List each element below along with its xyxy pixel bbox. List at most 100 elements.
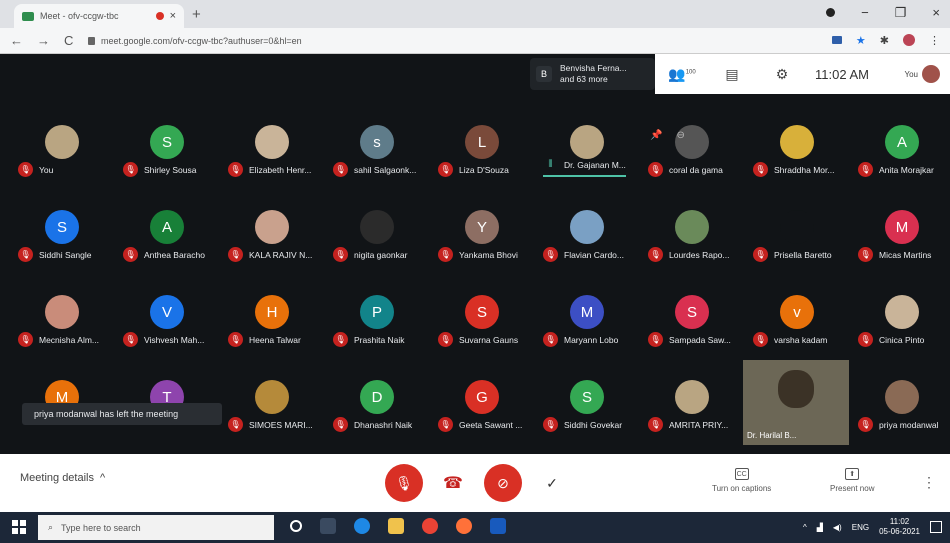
- participants-button[interactable]: 👥100: [665, 66, 699, 83]
- participant-tile[interactable]: s 🎙 sahil Salgaonk...: [325, 115, 429, 197]
- back-button[interactable]: ←: [10, 33, 23, 48]
- word-icon[interactable]: [490, 518, 506, 534]
- network-icon[interactable]: ▟: [817, 523, 823, 532]
- participant-avatar: [885, 295, 919, 329]
- participant-tile[interactable]: 🎙 Prisella Baretto: [745, 200, 849, 282]
- participant-tile[interactable]: 🎙 priya modanwal: [850, 370, 950, 452]
- bookmark-star-icon[interactable]: ★: [856, 34, 866, 47]
- participant-tile[interactable]: L 🎙 Liza D'Souza: [430, 115, 534, 197]
- language-indicator[interactable]: ENG: [852, 523, 869, 532]
- close-window-button[interactable]: ×: [932, 5, 940, 21]
- extensions-puzzle-icon[interactable]: ✱: [880, 34, 889, 47]
- taskbar-apps: [290, 518, 506, 534]
- taskbar-search-box[interactable]: ⌕ Type here to search: [38, 515, 274, 540]
- participant-tile[interactable]: S 🎙 Suvarna Gauns: [430, 285, 534, 367]
- mic-muted-icon: 🎙: [648, 417, 663, 432]
- mic-muted-icon: 🎙: [858, 332, 873, 347]
- participant-tile[interactable]: 🎙 Elizabeth Henr...: [220, 115, 324, 197]
- participant-tile[interactable]: P 🎙 Prashita Naik: [325, 285, 429, 367]
- url-field[interactable]: meet.google.com/ofv-ccgw-tbc?authuser=0&…: [88, 33, 302, 49]
- participant-label: 🎙 Yankama Bhovi: [438, 247, 518, 262]
- edge-icon[interactable]: [354, 518, 370, 534]
- cortana-icon[interactable]: [290, 520, 302, 532]
- windows-start-icon[interactable]: [12, 520, 26, 534]
- minimize-button[interactable]: −: [861, 5, 869, 21]
- participant-tile[interactable]: 🎙 AMRITA PRIY...: [640, 370, 744, 452]
- profile-icon[interactable]: [826, 8, 836, 17]
- forward-button[interactable]: →: [37, 33, 50, 48]
- browser-tab[interactable]: Meet - ofv-ccgw-tbc ×: [14, 4, 184, 28]
- participant-avatar: [675, 380, 709, 414]
- captions-button[interactable]: CC Turn on captions: [712, 468, 771, 493]
- chat-icon[interactable]: ▤: [715, 66, 749, 83]
- participant-tile[interactable]: 🎙 Shraddha Mor...: [745, 115, 849, 197]
- taskbar-clock[interactable]: 11:02 05-06-2021: [879, 517, 920, 537]
- participant-tile[interactable]: M 🎙 Maryann Lobo: [535, 285, 639, 367]
- remove-icon[interactable]: ⊖: [676, 130, 684, 141]
- tray-chevron-icon[interactable]: ^: [803, 523, 807, 532]
- participant-tile[interactable]: M 🎙 Micas Martins: [850, 200, 950, 282]
- participant-tile[interactable]: D 🎙 Dhanashri Naik: [325, 370, 429, 452]
- tab-close-button[interactable]: ×: [170, 10, 176, 22]
- participant-label: 🎙 Elizabeth Henr...: [228, 162, 311, 177]
- meet-top-bar: 👥100 ▤ ⚙ 11:02 AM You: [655, 54, 950, 94]
- meet-bottom-bar: Meeting details ^ 🎙 ☎ ⊘ ✓ CC Turn on cap…: [0, 454, 950, 512]
- participant-label: 🎙 sahil Salgaonk...: [333, 162, 416, 177]
- participant-tile[interactable]: S 🎙 Sampada Saw...: [640, 285, 744, 367]
- participant-tile[interactable]: S 🎙 Siddhi Sangle: [10, 200, 114, 282]
- meeting-details-button[interactable]: Meeting details ^: [20, 472, 105, 484]
- participant-tile[interactable]: Y 🎙 Yankama Bhovi: [430, 200, 534, 282]
- participant-name: Prisella Baretto: [774, 249, 832, 260]
- check-button[interactable]: ✓: [533, 464, 571, 502]
- participant-avatar: G: [465, 380, 499, 414]
- participant-label: 🎙 priya modanwal: [858, 417, 939, 432]
- participant-tile[interactable]: 🎙 Mecnisha Alm...: [10, 285, 114, 367]
- participant-tile[interactable]: 🎙 Lourdes Rapo...: [640, 200, 744, 282]
- participant-tile[interactable]: 🎙 coral da gama: [640, 115, 744, 197]
- camera-off-button[interactable]: ⊘: [484, 464, 522, 502]
- participant-tile[interactable]: ⦀ Dr. Gajanan M...: [535, 115, 639, 197]
- task-view-icon[interactable]: [320, 518, 336, 534]
- activities-icon[interactable]: ⚙: [765, 66, 799, 83]
- participant-video: [778, 370, 814, 408]
- firefox-icon[interactable]: [456, 518, 472, 534]
- participant-tile[interactable]: A 🎙 Anthea Baracho: [115, 200, 219, 282]
- restore-button[interactable]: ❐: [895, 5, 907, 21]
- participant-tile[interactable]: H 🎙 Heena Talwar: [220, 285, 324, 367]
- more-options-icon[interactable]: ⋮: [922, 474, 936, 491]
- browser-extensions: ★ ✱ ⋮: [831, 34, 940, 47]
- new-tab-button[interactable]: +: [192, 6, 201, 23]
- participant-label: 🎙 Mecnisha Alm...: [18, 332, 99, 347]
- cast-icon[interactable]: [831, 36, 842, 44]
- participant-tile[interactable]: 🎙 nigita gaonkar: [325, 200, 429, 282]
- leave-call-button[interactable]: ☎: [434, 464, 472, 502]
- participant-tile[interactable]: 🎙 SIMOES MARI...: [220, 370, 324, 452]
- participant-video-tile[interactable]: Dr. Harilal B...: [743, 360, 849, 445]
- participant-tile[interactable]: 🎙 Cinica Pinto: [850, 285, 950, 367]
- pin-icon[interactable]: 📌: [650, 130, 662, 141]
- participant-tile[interactable]: A 🎙 Anita Morajkar: [850, 115, 950, 197]
- participant-tile[interactable]: S 🎙 Shirley Sousa: [115, 115, 219, 197]
- mic-off-button[interactable]: 🎙: [385, 464, 423, 502]
- reload-button[interactable]: C: [64, 33, 73, 48]
- present-now-button[interactable]: ⬆ Present now: [830, 468, 874, 493]
- participant-tile[interactable]: 🎙 You: [10, 115, 114, 197]
- participant-tile[interactable]: G 🎙 Geeta Sawant ...: [430, 370, 534, 452]
- participant-tile[interactable]: 🎙 Flavian Cardo...: [535, 200, 639, 282]
- volume-icon[interactable]: ◀): [833, 523, 842, 532]
- self-view[interactable]: You: [905, 65, 940, 83]
- participant-avatar: P: [360, 295, 394, 329]
- participant-avatar: H: [255, 295, 289, 329]
- file-explorer-icon[interactable]: [388, 518, 404, 534]
- mic-muted-icon: 🎙: [543, 332, 558, 347]
- participant-label: 🎙 varsha kadam: [753, 332, 827, 347]
- notification-icon[interactable]: [930, 521, 942, 533]
- participant-label: 🎙 Vishvesh Mah...: [123, 332, 204, 347]
- profile-avatar-icon[interactable]: [903, 34, 915, 46]
- participant-tile[interactable]: S 🎙 Siddhi Govekar: [535, 370, 639, 452]
- participant-tile[interactable]: 🎙 KALA RAJIV N...: [220, 200, 324, 282]
- participant-tile[interactable]: v 🎙 varsha kadam: [745, 285, 849, 367]
- chrome-icon[interactable]: [422, 518, 438, 534]
- browser-menu-icon[interactable]: ⋮: [929, 34, 940, 47]
- participant-tile[interactable]: V 🎙 Vishvesh Mah...: [115, 285, 219, 367]
